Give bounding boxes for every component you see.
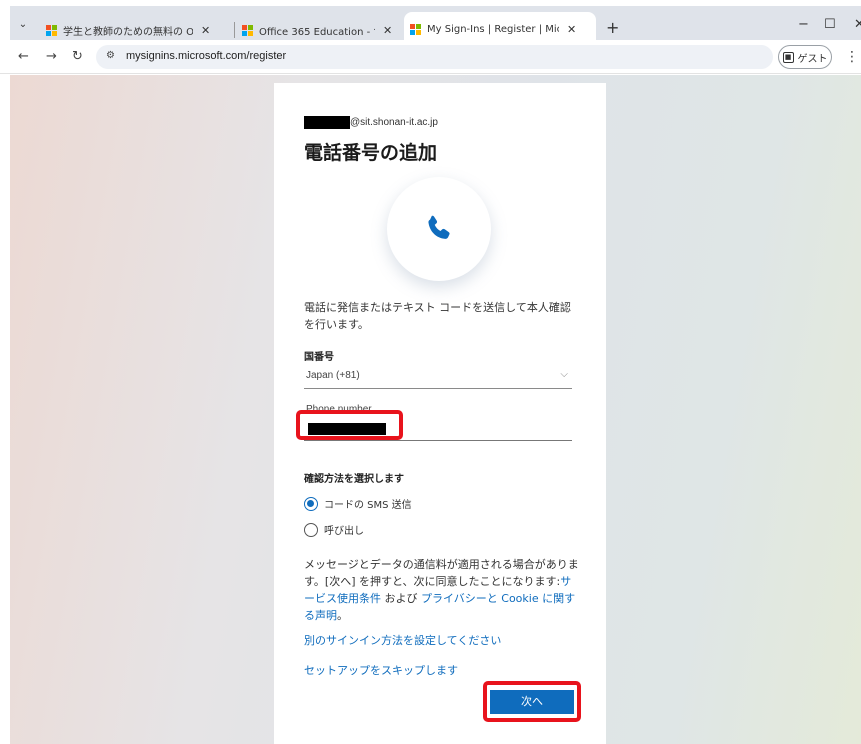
microsoft-logo-icon [242,25,253,36]
reload-icon[interactable]: ↻ [72,49,83,64]
page-left-edge [0,75,10,744]
microsoft-logo-icon [46,25,57,36]
highlight-phone-input [296,410,403,440]
tab-search-chevron-icon[interactable]: ⌄ [12,15,34,35]
tab-strip: ⌄ 学生と教師のための無料の Office ✕ Office 365 Educa… [0,0,861,46]
guest-profile-button[interactable]: ■ ゲスト [778,45,832,69]
minimize-icon[interactable]: − [798,17,809,32]
radio-sms[interactable]: コードの SMS 送信 [304,496,412,511]
maximize-icon[interactable]: ☐ [824,17,836,32]
radio-button[interactable] [304,522,318,537]
url-text: mysignins.microsoft.com/register [126,50,287,62]
account-domain: @sit.shonan-it.ac.jp [350,117,438,128]
highlight-next-button [483,681,581,722]
tab-title: Office 365 Education - サインアップ [259,27,375,38]
tab-title: My Sign-Ins | Register | Microsoft [427,23,559,35]
tab-title: 学生と教師のための無料の Office [63,27,193,38]
page-title: 電話番号の追加 [304,142,438,164]
close-tab-icon[interactable]: ✕ [383,24,392,37]
address-bar[interactable]: ⚙ mysignins.microsoft.com/register [96,45,773,69]
country-code-label: 国番号 [304,352,334,363]
new-tab-plus-icon[interactable]: + [606,18,619,37]
site-settings-icon[interactable]: ⚙ [106,50,115,61]
notice-and: および [381,592,421,605]
close-tab-icon[interactable]: ✕ [567,23,576,36]
browser-toolbar: ← → ↻ ⚙ mysignins.microsoft.com/register… [0,40,861,74]
notice-text: メッセージとデータの通信料が適用される場合があります。[次へ] を押すと、次に同… [304,558,579,588]
close-tab-icon[interactable]: ✕ [201,24,210,37]
back-arrow-icon[interactable]: ← [18,49,29,64]
notice-end: 。 [337,609,348,622]
account-identity: @sit.shonan-it.ac.jp [304,116,438,129]
radio-call[interactable]: 呼び出し [304,522,364,537]
signin-card: @sit.shonan-it.ac.jp 電話番号の追加 電話に発信またはテキス… [274,83,606,744]
close-window-icon[interactable]: ✕ [854,17,861,32]
radio-button-selected[interactable] [304,496,318,511]
chevron-down-icon: ⌵ [560,369,568,380]
description-text: 電話に発信またはテキスト コードを送信して本人確認を行います。 [304,301,571,331]
guest-label: ゲスト [797,53,828,65]
method-label: 確認方法を選択します [304,474,404,485]
redacted-username [304,116,350,129]
browser-menu-icon[interactable]: ⋮ [845,49,859,65]
other-method-link[interactable]: 別のサインイン方法を設定してください [304,632,501,648]
phone-illustration [387,177,491,281]
tab-separator [234,22,235,38]
radio-sms-label: コードの SMS 送信 [324,500,412,511]
phone-icon [428,215,450,239]
country-code-select[interactable]: Japan (+81) ⌵ [304,367,572,389]
forward-arrow-icon[interactable]: → [46,49,57,64]
radio-call-label: 呼び出し [324,526,364,537]
microsoft-logo-icon [410,23,421,35]
data-rates-notice: メッセージとデータの通信料が適用される場合があります。[次へ] を押すと、次に同… [304,556,580,624]
country-code-value: Japan (+81) [306,370,360,381]
profile-icon: ■ [782,51,794,63]
skip-setup-link[interactable]: セットアップをスキップします [304,662,458,678]
